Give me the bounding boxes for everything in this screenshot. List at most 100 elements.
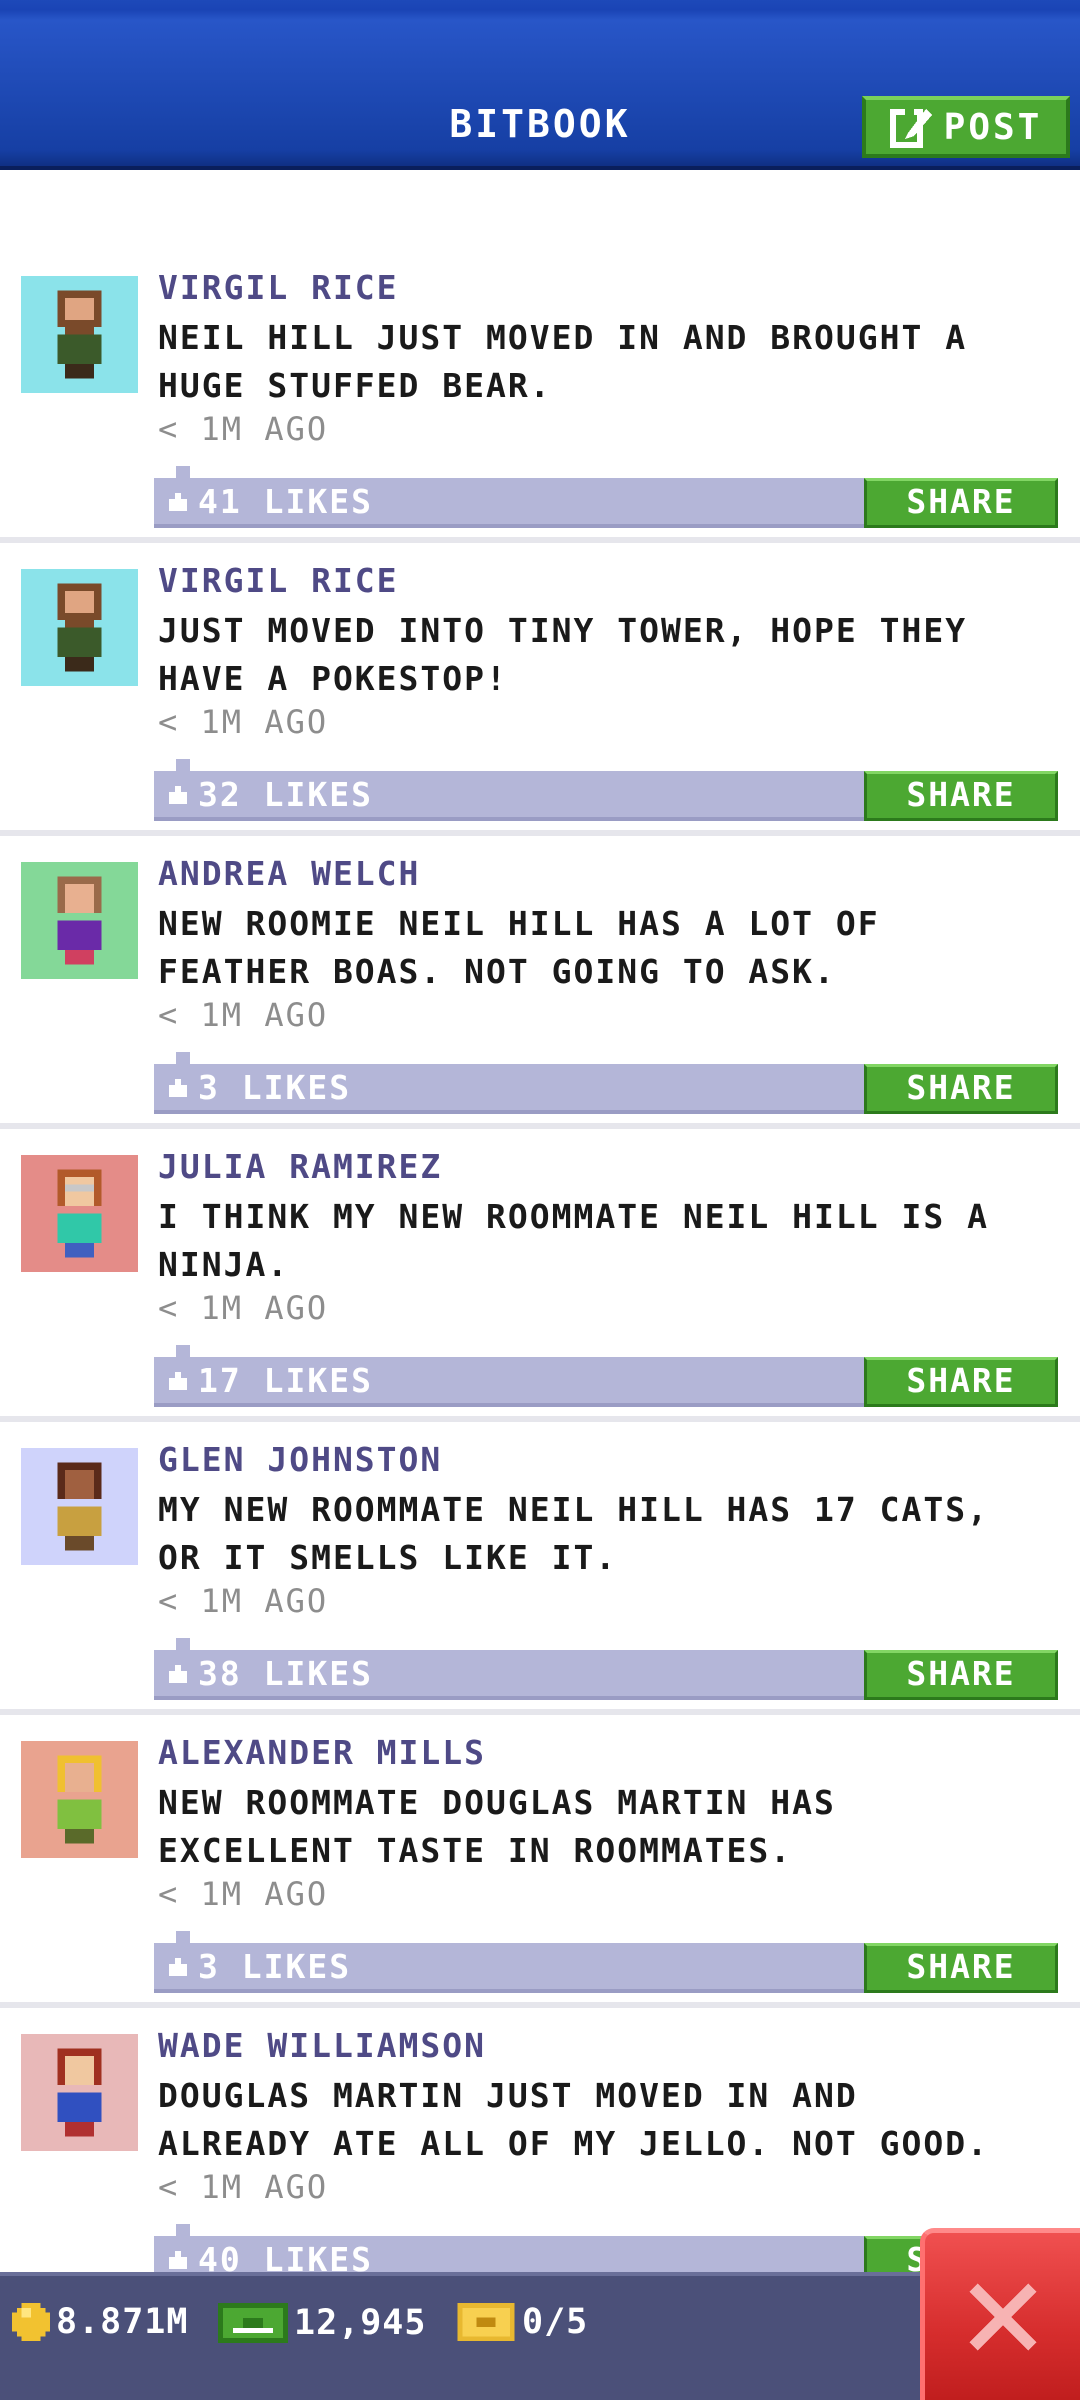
post-timestamp: < 1M AGO <box>158 703 329 741</box>
post-message-line: DOUGLAS MARTIN JUST MOVED IN AND <box>158 2076 858 2115</box>
close-icon <box>968 2282 1037 2351</box>
post-message-line: NEW ROOMMATE DOUGLAS MARTIN HAS <box>158 1783 836 1822</box>
like-button[interactable]: 3 LIKES <box>166 1947 351 1986</box>
post-author[interactable]: VIRGIL RICE <box>158 561 399 600</box>
post-button-label: POST <box>943 106 1043 148</box>
post-author[interactable]: GLEN JOHNSTON <box>158 1440 442 1479</box>
likes-bar: 17 LIKES SHARE <box>154 1345 1058 1407</box>
share-button[interactable]: SHARE <box>864 478 1058 528</box>
likes-count: 17 LIKES <box>198 1361 373 1400</box>
ticket-icon <box>457 2303 515 2341</box>
feed-post: GLEN JOHNSTON MY NEW ROOMMATE NEIL HILL … <box>0 1422 1080 1715</box>
avatar <box>21 569 138 686</box>
post-author[interactable]: JULIA RAMIREZ <box>158 1147 442 1186</box>
post-message: JUST MOVED INTO TINY TOWER, HOPE THEY HA… <box>158 607 1058 703</box>
post-message-line: JUST MOVED INTO TINY TOWER, HOPE THEY <box>158 611 968 650</box>
feed-post: ALEXANDER MILLS NEW ROOMMATE DOUGLAS MAR… <box>0 1715 1080 2008</box>
likes-bar-notch <box>176 2224 190 2236</box>
feed-post: ANDREA WELCH NEW ROOMIE NEIL HILL HAS A … <box>0 836 1080 1129</box>
post-button[interactable]: POST <box>862 96 1070 158</box>
edit-icon <box>889 109 932 148</box>
coin-icon <box>12 2303 50 2341</box>
tickets-stat: 0/5 <box>456 2302 588 2342</box>
likes-count: 3 LIKES <box>198 1947 352 1986</box>
avatar <box>21 2034 138 2151</box>
like-button[interactable]: 32 LIKES <box>166 775 373 814</box>
share-button[interactable]: SHARE <box>864 1650 1058 1700</box>
likes-bar: 38 LIKES SHARE <box>154 1638 1058 1700</box>
tickets-value: 0/5 <box>522 2302 589 2342</box>
likes-count: 3 LIKES <box>198 1068 352 1107</box>
thumb-up-icon <box>169 2250 187 2269</box>
thumb-up-icon <box>169 1078 187 1097</box>
like-button[interactable]: 38 LIKES <box>166 1654 373 1693</box>
bux-value: 12,945 <box>294 2303 427 2343</box>
share-button[interactable]: SHARE <box>864 1357 1058 1407</box>
post-message-line: EXCELLENT TASTE IN ROOMMATES. <box>158 1831 793 1870</box>
post-message-line: ALREADY ATE ALL OF MY JELLO. NOT GOOD. <box>158 2124 989 2163</box>
share-button[interactable]: SHARE <box>864 1064 1058 1114</box>
thumb-up-icon <box>169 1371 187 1390</box>
post-message-line: OR IT SMELLS LIKE IT. <box>158 1538 618 1577</box>
post-timestamp: < 1M AGO <box>158 1289 329 1327</box>
feed-post: VIRGIL RICE NEIL HILL JUST MOVED IN AND … <box>0 250 1080 543</box>
likes-count: 41 LIKES <box>198 482 373 521</box>
post-message-line: I THINK MY NEW ROOMMATE NEIL HILL IS A <box>158 1197 989 1236</box>
post-message-line: NEW ROOMIE NEIL HILL HAS A LOT OF <box>158 904 880 943</box>
avatar <box>21 862 138 979</box>
avatar <box>21 276 138 393</box>
coins-value: 8.871M <box>56 2302 189 2342</box>
post-author[interactable]: ALEXANDER MILLS <box>158 1733 486 1772</box>
post-timestamp: < 1M AGO <box>158 2168 329 2206</box>
post-timestamp: < 1M AGO <box>158 410 329 448</box>
like-button[interactable]: 3 LIKES <box>166 1068 351 1107</box>
avatar <box>21 1741 138 1858</box>
app-header: BITBOOK POST <box>0 0 1080 170</box>
avatar <box>21 1155 138 1272</box>
close-button[interactable] <box>920 2228 1080 2400</box>
likes-bar: 41 LIKES SHARE <box>154 466 1058 528</box>
post-message: DOUGLAS MARTIN JUST MOVED IN AND ALREADY… <box>158 2072 1058 2168</box>
post-message: NEW ROOMMATE DOUGLAS MARTIN HAS EXCELLEN… <box>158 1779 1058 1875</box>
like-button[interactable]: 17 LIKES <box>166 1361 373 1400</box>
thumb-up-icon <box>169 785 187 804</box>
like-button[interactable]: 41 LIKES <box>166 482 373 521</box>
post-message: MY NEW ROOMMATE NEIL HILL HAS 17 CATS, O… <box>158 1486 1058 1582</box>
likes-bar-notch <box>176 1638 190 1650</box>
likes-count: 38 LIKES <box>198 1654 373 1693</box>
post-timestamp: < 1M AGO <box>158 1582 329 1620</box>
post-author[interactable]: ANDREA WELCH <box>158 854 420 893</box>
post-message-line: HUGE STUFFED BEAR. <box>158 366 552 405</box>
feed-post: JULIA RAMIREZ I THINK MY NEW ROOMMATE NE… <box>0 1129 1080 1422</box>
post-author[interactable]: VIRGIL RICE <box>158 268 399 307</box>
likes-bar-notch <box>176 1931 190 1943</box>
post-message-line: MY NEW ROOMMATE NEIL HILL HAS 17 CATS, <box>158 1490 989 1529</box>
post-message-line: NEIL HILL JUST MOVED IN AND BROUGHT A <box>158 318 968 357</box>
share-button[interactable]: SHARE <box>864 1943 1058 1993</box>
likes-bar: 3 LIKES SHARE <box>154 1052 1058 1114</box>
likes-bar-notch <box>176 466 190 478</box>
likes-bar: 32 LIKES SHARE <box>154 759 1058 821</box>
post-message-line: NINJA. <box>158 1245 290 1284</box>
post-timestamp: < 1M AGO <box>158 1875 329 1913</box>
bux-icon <box>218 2303 288 2343</box>
post-message: I THINK MY NEW ROOMMATE NEIL HILL IS A N… <box>158 1193 1058 1289</box>
post-message: NEW ROOMIE NEIL HILL HAS A LOT OF FEATHE… <box>158 900 1058 996</box>
post-message: NEIL HILL JUST MOVED IN AND BROUGHT A HU… <box>158 314 1058 410</box>
bitbook-feed[interactable]: VIRGIL RICE NEIL HILL JUST MOVED IN AND … <box>0 250 1080 2301</box>
post-message-line: HAVE A POKESTOP! <box>158 659 508 698</box>
likes-bar: 3 LIKES SHARE <box>154 1931 1058 1993</box>
likes-bar-notch <box>176 1345 190 1357</box>
likes-count: 32 LIKES <box>198 775 373 814</box>
feed-post: WADE WILLIAMSON DOUGLAS MARTIN JUST MOVE… <box>0 2008 1080 2301</box>
thumb-up-icon <box>169 492 187 511</box>
status-bar: 8.871M 12,945 0/5 <box>0 2272 1080 2400</box>
post-message-line: FEATHER BOAS. NOT GOING TO ASK. <box>158 952 836 991</box>
likes-bar-notch <box>176 759 190 771</box>
post-author[interactable]: WADE WILLIAMSON <box>158 2026 486 2065</box>
thumb-up-icon <box>169 1957 187 1976</box>
share-button[interactable]: SHARE <box>864 771 1058 821</box>
thumb-up-icon <box>169 1664 187 1683</box>
likes-bar-notch <box>176 1052 190 1064</box>
post-timestamp: < 1M AGO <box>158 996 329 1034</box>
